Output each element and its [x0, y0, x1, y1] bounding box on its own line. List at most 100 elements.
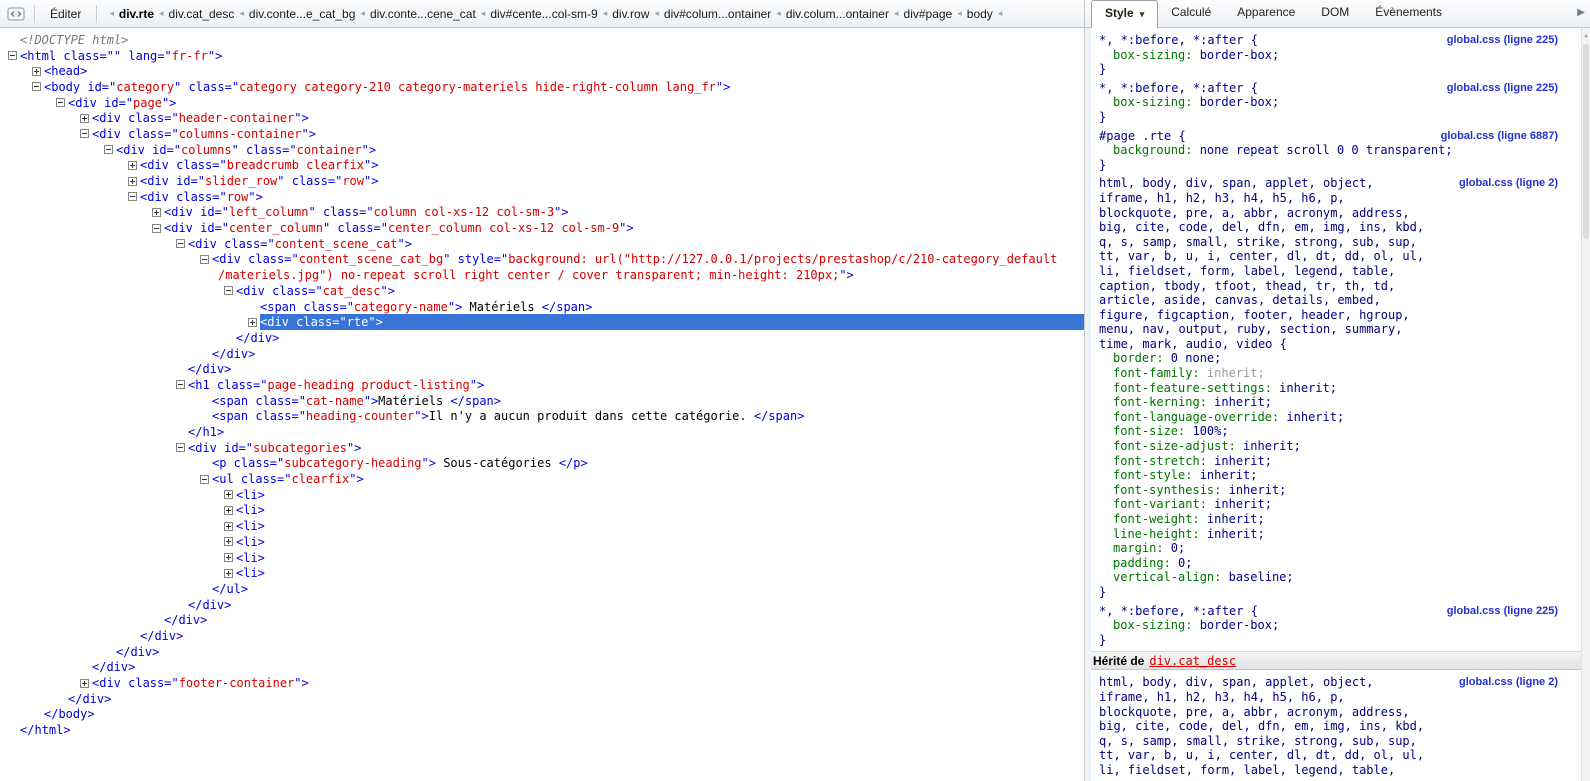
- tree-line[interactable]: </div>: [0, 660, 1084, 676]
- toggle-expand-icon[interactable]: [128, 160, 137, 170]
- css-source-link[interactable]: global.css (ligne 225): [1447, 82, 1558, 94]
- breadcrumb-item[interactable]: div.cat_desc: [169, 7, 235, 21]
- toggle-collapse-icon[interactable]: [152, 223, 161, 233]
- style-scrollbar[interactable]: ▲: [1581, 28, 1590, 781]
- breadcrumb-item[interactable]: body: [967, 7, 993, 21]
- tree-line[interactable]: </ul>: [0, 581, 1084, 597]
- tab-apparence[interactable]: Apparence: [1224, 1, 1308, 25]
- tree-line[interactable]: <head>: [0, 63, 1084, 79]
- toggle-expand-icon[interactable]: [224, 553, 233, 563]
- toggle-expand-icon[interactable]: [80, 678, 89, 688]
- tree-line[interactable]: <div id="slider_row" class="row">: [0, 173, 1084, 189]
- tree-line[interactable]: <ul class="clearfix">: [0, 471, 1084, 487]
- css-source-link[interactable]: global.css (ligne 225): [1447, 605, 1558, 617]
- tree-line[interactable]: <div class="breadcrumb clearfix">: [0, 158, 1084, 174]
- css-source-link[interactable]: global.css (ligne 2): [1459, 676, 1558, 688]
- tree-line[interactable]: <span class="heading-counter">Il n'y a a…: [0, 409, 1084, 425]
- tree-line[interactable]: <div id="columns" class="container">: [0, 142, 1084, 158]
- tree-line[interactable]: </html>: [0, 722, 1084, 738]
- scrollbar-thumb[interactable]: [1583, 44, 1589, 239]
- tree-line[interactable]: </div>: [0, 346, 1084, 362]
- tree-line[interactable]: </div>: [0, 691, 1084, 707]
- breadcrumb-item[interactable]: div.conte...cene_cat: [370, 7, 476, 21]
- tab-style[interactable]: Style ▾: [1091, 0, 1159, 28]
- tree-line[interactable]: </div>: [0, 361, 1084, 377]
- tree-line[interactable]: <div class="content_scene_cat_bg" style=…: [0, 252, 1084, 268]
- toggle-expand-icon[interactable]: [152, 207, 161, 217]
- tree-line[interactable]: <body id="category" class="category cate…: [0, 79, 1084, 95]
- css-source-link[interactable]: global.css (ligne 225): [1447, 34, 1558, 46]
- tree-line[interactable]: </body>: [0, 707, 1084, 723]
- html-inspector-icon[interactable]: [5, 4, 27, 24]
- toggle-collapse-icon[interactable]: [8, 51, 17, 61]
- tree-line[interactable]: <div class="header-container">: [0, 110, 1084, 126]
- tree-line[interactable]: </div>: [0, 597, 1084, 613]
- tree-line[interactable]: <div id="subcategories">: [0, 440, 1084, 456]
- tree-line[interactable]: </h1>: [0, 424, 1084, 440]
- tree-line[interactable]: <p class="subcategory-heading"> Sous-cat…: [0, 456, 1084, 472]
- breadcrumb-item[interactable]: div#page: [904, 7, 953, 21]
- toggle-expand-icon[interactable]: [248, 317, 257, 327]
- css-source-link[interactable]: global.css (ligne 2): [1459, 177, 1558, 189]
- toggle-collapse-icon[interactable]: [56, 98, 65, 108]
- toggle-collapse-icon[interactable]: [32, 82, 41, 92]
- tree-line[interactable]: <div class="row">: [0, 189, 1084, 205]
- toggle-expand-icon[interactable]: [224, 505, 233, 515]
- breadcrumb-item[interactable]: div.conte...e_cat_bg: [249, 7, 356, 21]
- toggle-collapse-icon[interactable]: [104, 145, 113, 155]
- toggle-expand-icon[interactable]: [224, 537, 233, 547]
- inherited-element-link[interactable]: div.cat_desc: [1149, 654, 1236, 668]
- tree-line[interactable]: </div>: [0, 330, 1084, 346]
- toggle-expand-icon[interactable]: [224, 568, 233, 578]
- toggle-expand-icon[interactable]: [224, 490, 233, 500]
- tree-line[interactable]: <div id="page">: [0, 95, 1084, 111]
- toggle-collapse-icon[interactable]: [176, 443, 185, 453]
- tree-line[interactable]: </div>: [0, 644, 1084, 660]
- css-source-link[interactable]: global.css (ligne 6887): [1441, 130, 1558, 142]
- css-declaration: font-kerning: inherit;: [1085, 395, 1590, 410]
- toggle-collapse-icon[interactable]: [224, 286, 233, 296]
- tab-évènements[interactable]: Évènements: [1362, 1, 1455, 25]
- toggle-expand-icon[interactable]: [80, 113, 89, 123]
- breadcrumb-item[interactable]: div#cente...col-sm-9: [490, 7, 597, 21]
- tab-calculé[interactable]: Calculé: [1158, 1, 1224, 25]
- tree-line[interactable]: <div id="center_column" class="center_co…: [0, 220, 1084, 236]
- tree-line[interactable]: <li>: [0, 487, 1084, 503]
- toggle-collapse-icon[interactable]: [176, 239, 185, 249]
- toggle-collapse-icon[interactable]: [200, 474, 209, 484]
- tree-line[interactable]: <div id="left_column" class="column col-…: [0, 205, 1084, 221]
- scrollbar-up-arrow-icon[interactable]: ▲: [1582, 29, 1590, 42]
- tree-line[interactable]: /materiels.jpg") no-repeat scroll right …: [0, 267, 1084, 283]
- tree-line[interactable]: <div class="content_scene_cat">: [0, 236, 1084, 252]
- edit-button[interactable]: Éditer: [42, 4, 89, 24]
- tree-line[interactable]: </div>: [0, 628, 1084, 644]
- tree-line[interactable]: <h1 class="page-heading product-listing"…: [0, 377, 1084, 393]
- toggle-collapse-icon[interactable]: [80, 129, 89, 139]
- breadcrumb-item[interactable]: div#colum...ontainer: [664, 7, 771, 21]
- tree-line[interactable]: <html class="" lang="fr-fr">: [0, 48, 1084, 64]
- tree-line[interactable]: <li>: [0, 503, 1084, 519]
- tree-line[interactable]: <li>: [0, 565, 1084, 581]
- tree-line[interactable]: <div class="footer-container">: [0, 675, 1084, 691]
- tree-line[interactable]: <div class="cat_desc">: [0, 283, 1084, 299]
- tree-line[interactable]: <span class="category-name"> Matériels <…: [0, 299, 1084, 315]
- toggle-collapse-icon[interactable]: [200, 254, 209, 264]
- breadcrumb-item[interactable]: div.row: [612, 7, 649, 21]
- tab-dom[interactable]: DOM: [1308, 1, 1362, 25]
- tree-line[interactable]: <!DOCTYPE html>: [0, 32, 1084, 48]
- tree-line[interactable]: <li>: [0, 550, 1084, 566]
- tree-line[interactable]: <div class="columns-container">: [0, 126, 1084, 142]
- toggle-expand-icon[interactable]: [224, 521, 233, 531]
- tree-line[interactable]: </div>: [0, 612, 1084, 628]
- tree-line[interactable]: <li>: [0, 518, 1084, 534]
- tree-line[interactable]: <div class=" rte ">: [0, 314, 1084, 331]
- tab-overflow-arrow-icon[interactable]: ▶: [1577, 7, 1585, 18]
- tree-line[interactable]: <span class="cat-name">Matériels </span>: [0, 393, 1084, 409]
- toggle-expand-icon[interactable]: [32, 66, 41, 76]
- toggle-collapse-icon[interactable]: [176, 380, 185, 390]
- tree-line[interactable]: <li>: [0, 534, 1084, 550]
- breadcrumb-item[interactable]: div.rte: [119, 7, 154, 21]
- toggle-expand-icon[interactable]: [128, 176, 137, 186]
- toggle-collapse-icon[interactable]: [128, 192, 137, 202]
- breadcrumb-item[interactable]: div.colum...ontainer: [786, 7, 889, 21]
